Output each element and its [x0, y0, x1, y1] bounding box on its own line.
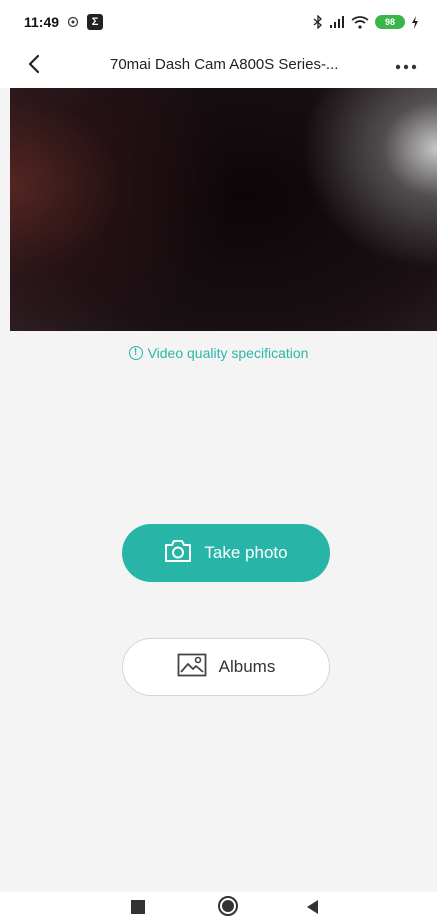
more-button[interactable]: [391, 54, 421, 78]
wifi-icon: [351, 15, 369, 29]
system-nav-bar: [0, 892, 437, 922]
status-bar: 11:49 Σ 98: [0, 0, 437, 44]
albums-button[interactable]: Albums: [122, 638, 330, 696]
home-dot: [222, 900, 234, 912]
image-gallery-icon: [177, 653, 207, 682]
status-left: 11:49 Σ: [24, 14, 104, 30]
status-time: 11:49: [24, 14, 60, 30]
signal-icon: [329, 16, 345, 28]
spec-link-label: Video quality specification: [147, 345, 309, 361]
back-button[interactable]: [20, 52, 48, 80]
battery-indicator: 98: [375, 15, 405, 29]
back-arrow-icon: [27, 54, 41, 79]
app-bar: 70mai Dash Cam A800S Series-...: [0, 44, 437, 88]
info-icon: !: [128, 346, 143, 360]
page-title: 70mai Dash Cam A800S Series-...: [110, 56, 339, 73]
charging-icon: [411, 15, 419, 29]
recent-apps-square-icon[interactable]: [131, 900, 145, 914]
sigma-app-icon: Σ: [87, 14, 104, 30]
live-video-preview[interactable]: [10, 88, 437, 331]
bluetooth-icon: [313, 15, 323, 29]
take-photo-label: Take photo: [204, 543, 288, 562]
take-photo-button[interactable]: Take photo: [122, 524, 330, 582]
home-circle-icon[interactable]: [218, 896, 238, 916]
albums-label: Albums: [218, 657, 276, 676]
status-right: 98: [313, 15, 419, 29]
video-quality-specification-link[interactable]: ! Video quality specification: [0, 345, 437, 361]
back-triangle-icon[interactable]: [307, 900, 318, 914]
camera-icon: [164, 539, 192, 568]
hotspot-icon: [67, 16, 79, 28]
more-dots-icon: [395, 57, 417, 75]
